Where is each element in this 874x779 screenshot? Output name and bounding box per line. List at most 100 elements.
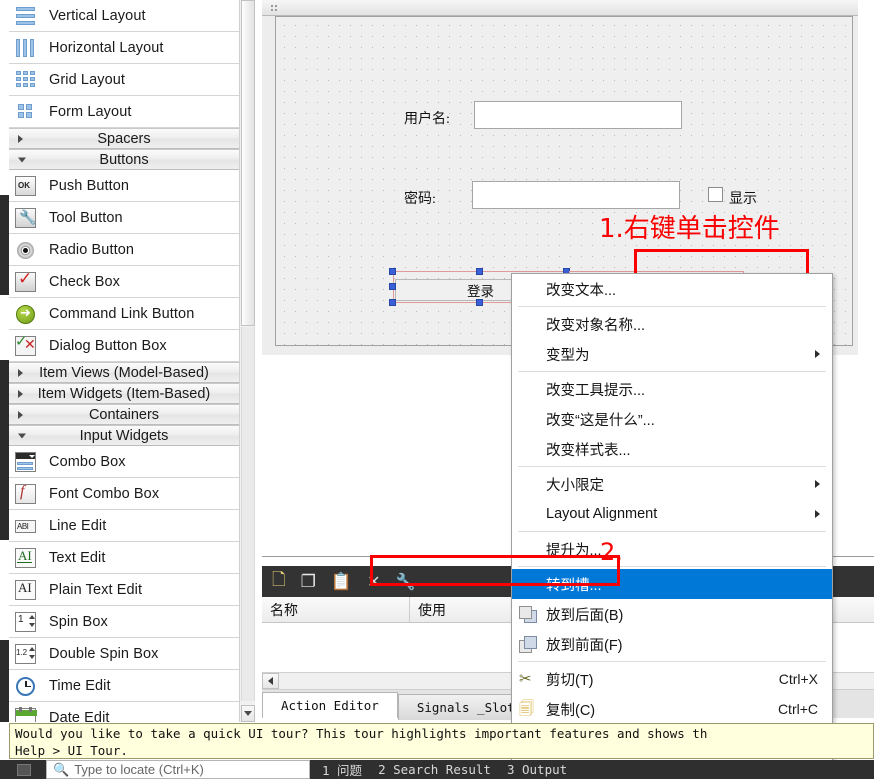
scrollbar-track[interactable] [241,327,255,701]
tab-action-editor[interactable]: Action Editor [262,692,398,718]
widget-item-label: Double Spin Box [49,646,159,662]
status-item-output[interactable]: 3 Output [507,762,567,777]
scrollbar-thumb[interactable] [241,0,255,326]
resize-handle-s[interactable] [476,299,483,306]
sidebar-toggle-button[interactable] [17,764,31,776]
menu-item-9[interactable]: 转到槽... [512,569,832,599]
username-input[interactable] [474,101,682,129]
chevron-right-icon [18,390,23,398]
menu-item-1[interactable]: 改变对象名称... [512,309,832,339]
font-combo-box-icon: f [13,482,39,506]
menu-separator [518,371,826,372]
widget-item-line-edit[interactable]: ABILine Edit [9,510,239,541]
menu-item-7[interactable]: Layout Alignment [512,499,832,529]
new-action-icon[interactable]: 🗋 [272,567,286,596]
menu-item-12[interactable]: ✂剪切(T)Ctrl+X [512,664,832,694]
menu-item-13[interactable]: 🗐复制(C)Ctrl+C [512,694,832,724]
widget-item-radio-button[interactable]: Radio Button [9,234,239,265]
column-header-name[interactable]: 名称 [262,597,410,622]
bring-to-front-icon [512,629,546,659]
widget-item-vertical-layout[interactable]: Vertical Layout [9,0,239,31]
menu-item-label: 放到前面(F) [546,634,832,655]
menu-item-label: 剪切(T) [546,669,779,690]
widget-item-command-link-button[interactable]: ➜Command Link Button [9,298,239,329]
widget-group-label: Item Widgets (Item-Based) [38,386,210,402]
menu-separator [518,466,826,467]
menu-item-no-icon [512,404,546,434]
widget-item-form-layout[interactable]: Form Layout [9,96,239,127]
widget-item-horizontal-layout[interactable]: Horizontal Layout [9,32,239,63]
widget-item-label: Vertical Layout [49,8,146,24]
menu-item-11[interactable]: 放到前面(F) [512,629,832,659]
configure-icon[interactable]: 🔧 [396,572,416,592]
widget-item-label: Plain Text Edit [49,582,142,598]
show-password-label: 显示 [729,188,757,208]
status-item-search-results[interactable]: 2 Search Result [378,762,491,777]
widget-item-spin-box[interactable]: 1 Spin Box [9,606,239,637]
paste-icon[interactable]: 📋 [331,572,352,592]
menu-item-0[interactable]: 改变文本... [512,274,832,304]
copy-icon[interactable]: ❐ [301,572,316,592]
horizontal-layout-icon [13,36,39,60]
widget-item-plain-text-edit[interactable]: AIPlain Text Edit [9,574,239,605]
widget-item-push-button[interactable]: OKPush Button [9,170,239,201]
delete-icon[interactable]: ✕ [367,572,380,592]
widget-item-combo-box[interactable]: Combo Box [9,446,239,477]
menu-item-4[interactable]: 改变“这是什么”... [512,404,832,434]
date-edit-icon [13,706,39,723]
widget-group-item-widgets-item-based[interactable]: Item Widgets (Item-Based) [9,383,239,404]
widget-item-check-box[interactable]: ✓Check Box [9,266,239,297]
widget-group-input-widgets[interactable]: Input Widgets [9,425,239,446]
submenu-arrow-icon [815,480,820,488]
drag-grip-icon [270,4,278,12]
username-label: 用户名: [404,108,450,128]
menu-item-8[interactable]: 提升为... [512,534,832,564]
send-to-back-icon [512,599,546,629]
menu-item-2[interactable]: 变型为 [512,339,832,369]
menu-item-5[interactable]: 改变样式表... [512,434,832,464]
dialog-button-box-icon: ✓ ✕ [13,334,39,358]
menu-item-no-icon [512,469,546,499]
widget-item-date-edit[interactable]: Date Edit [9,702,239,722]
widget-group-buttons[interactable]: Buttons [9,149,239,170]
scroll-left-arrow-icon[interactable] [262,673,279,689]
resize-handle-sw[interactable] [389,299,396,306]
widget-context-menu[interactable]: 改变文本... 改变对象名称... 变型为改变工具提示...改变“这是什么”...改… [511,273,833,779]
scroll-down-arrow-icon[interactable] [241,705,255,722]
resize-handle-n[interactable] [476,268,483,275]
locate-search-box[interactable]: 🔍 Type to locate (Ctrl+K) [46,760,310,779]
status-item-problems[interactable]: 1 问题 [322,760,362,779]
widget-item-time-edit[interactable]: Time Edit [9,670,239,701]
menu-separator [518,566,826,567]
show-password-checkbox[interactable] [708,187,723,202]
chevron-down-icon [18,433,26,438]
widget-item-double-spin-box[interactable]: 1.2 Double Spin Box [9,638,239,669]
menu-item-label: 改变对象名称... [546,314,832,335]
widget-group-label: Spacers [97,131,150,147]
submenu-arrow-icon [815,510,820,518]
menu-item-no-icon [512,339,546,369]
resize-handle-w[interactable] [389,283,396,290]
widget-item-tool-button[interactable]: 🔧Tool Button [9,202,239,233]
menu-item-label: 大小限定 [546,474,832,495]
menu-item-10[interactable]: 放到后面(B) [512,599,832,629]
time-edit-icon [13,674,39,698]
menu-item-no-icon [512,274,546,304]
widget-item-label: Time Edit [49,678,111,694]
widget-item-text-edit[interactable]: AI Text Edit [9,542,239,573]
widget-item-grid-layout[interactable]: Grid Layout [9,64,239,95]
widget-item-font-combo-box[interactable]: fFont Combo Box [9,478,239,509]
widget-box-scrollbar[interactable] [239,0,255,722]
menu-item-3[interactable]: 改变工具提示... [512,374,832,404]
widget-item-label: Horizontal Layout [49,40,164,56]
widget-item-label: Date Edit [49,710,110,723]
menu-item-6[interactable]: 大小限定 [512,469,832,499]
widget-group-spacers[interactable]: Spacers [9,128,239,149]
widget-list: Vertical Layout Horizontal Layout Grid La… [9,0,239,722]
widget-item-dialog-button-box[interactable]: ✓ ✕Dialog Button Box [9,330,239,361]
password-input[interactable] [472,181,680,209]
widget-group-containers[interactable]: Containers [9,404,239,425]
widget-group-item-views-model-based[interactable]: Item Views (Model-Based) [9,362,239,383]
resize-handle-nw[interactable] [389,268,396,275]
menu-item-label: 放到后面(B) [546,604,832,625]
